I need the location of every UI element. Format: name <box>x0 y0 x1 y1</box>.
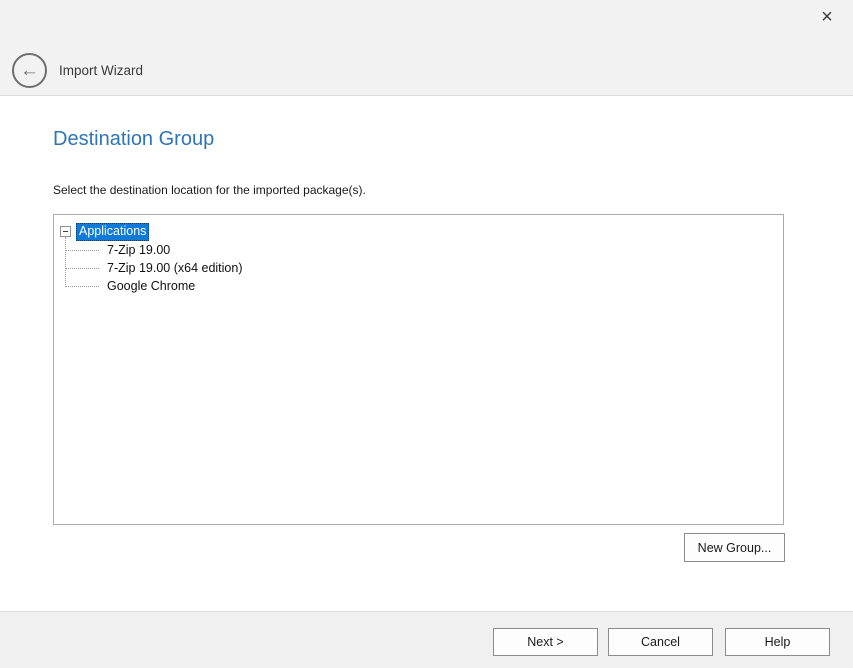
new-group-button[interactable]: New Group... <box>684 533 785 562</box>
back-button[interactable]: ← <box>12 53 47 88</box>
page-description: Select the destination location for the … <box>53 183 366 197</box>
tree-row-applications: Applications <box>54 223 783 241</box>
wizard-footer: Next > Cancel Help <box>0 611 853 668</box>
page-title: Destination Group <box>53 128 214 151</box>
tree-connector-stub <box>66 286 99 287</box>
tree-node-7zip[interactable]: 7-Zip 19.00 <box>104 241 173 259</box>
import-wizard-window: × ← Import Wizard Destination Group Sele… <box>0 0 853 668</box>
wizard-header: × ← Import Wizard <box>0 0 853 96</box>
minus-icon <box>63 231 68 232</box>
back-arrow-icon: ← <box>20 61 39 80</box>
tree-node-7zip-x64[interactable]: 7-Zip 19.00 (x64 edition) <box>104 259 246 277</box>
collapse-toggle-icon[interactable] <box>60 226 71 237</box>
tree-connector-stub <box>66 250 99 251</box>
tree-connector-stub <box>66 268 99 269</box>
close-icon[interactable]: × <box>814 4 840 30</box>
tree-node-applications[interactable]: Applications <box>76 223 149 241</box>
tree-row-7zip: 7-Zip 19.00 <box>54 241 783 259</box>
tree-content: Applications 7-Zip 19.00 7-Zip 19.00 (x6… <box>54 215 783 524</box>
tree-row-7zip-x64: 7-Zip 19.00 (x64 edition) <box>54 259 783 277</box>
help-button[interactable]: Help <box>725 628 830 656</box>
wizard-title: Import Wizard <box>59 63 143 78</box>
next-button[interactable]: Next > <box>493 628 598 656</box>
destination-tree: Applications 7-Zip 19.00 7-Zip 19.00 (x6… <box>53 214 784 525</box>
cancel-button[interactable]: Cancel <box>608 628 713 656</box>
tree-node-google-chrome[interactable]: Google Chrome <box>104 277 198 295</box>
tree-row-google-chrome: Google Chrome <box>54 277 783 295</box>
